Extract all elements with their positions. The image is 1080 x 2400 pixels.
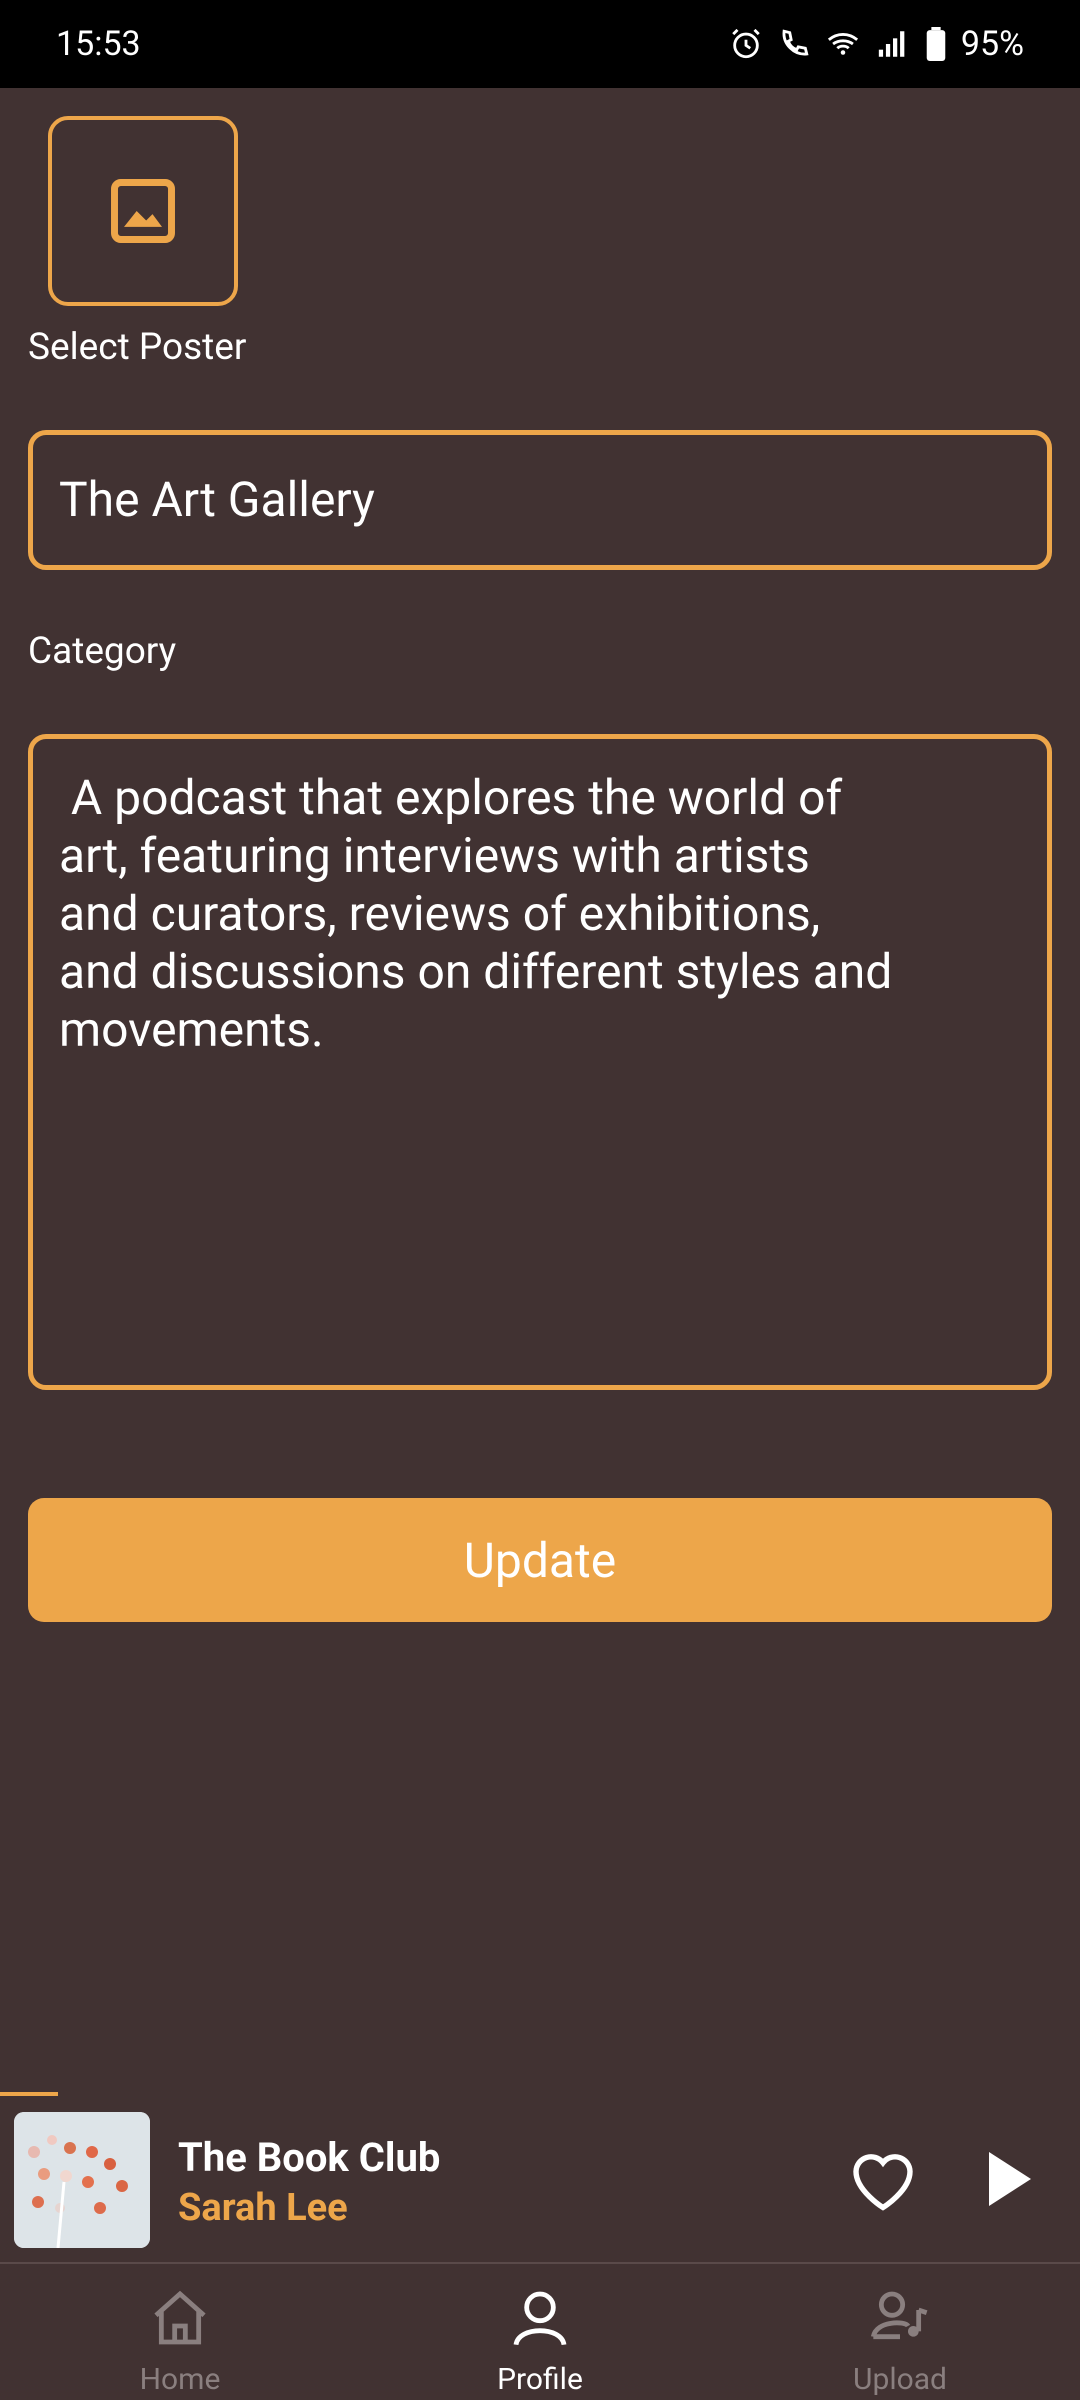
battery-level: 95% [960, 24, 1024, 64]
status-icons: 95% [729, 24, 1024, 64]
bottom-navigation: Home Profile Upload [0, 2264, 1080, 2400]
nav-label-profile: Profile [497, 2362, 583, 2397]
nav-item-upload[interactable]: Upload [720, 2264, 1080, 2400]
nav-label-home: Home [139, 2362, 221, 2397]
signal-icon [878, 31, 905, 57]
description-field-value: A podcast that explores the world of art… [59, 769, 893, 1058]
image-icon [111, 179, 175, 243]
nav-item-profile[interactable]: Profile [360, 2264, 720, 2400]
alarm-icon [732, 28, 760, 59]
battery-icon [926, 27, 946, 61]
title-field[interactable]: The Art Gallery [28, 430, 1052, 570]
nav-item-home[interactable]: Home [0, 2264, 360, 2400]
status-time: 15:53 [56, 24, 141, 64]
wifi-icon [827, 33, 858, 55]
update-button-label: Update [463, 1531, 617, 1589]
mini-player[interactable]: The Book Club Sarah Lee [0, 2096, 1080, 2262]
nav-label-upload: Upload [853, 2362, 947, 2397]
select-poster-button[interactable] [48, 116, 238, 306]
mini-player-artist: Sarah Lee [178, 2186, 348, 2230]
description-field[interactable]: A podcast that explores the world of art… [28, 734, 1052, 1390]
play-icon[interactable] [986, 2148, 1034, 2210]
upload-icon [870, 2291, 928, 2340]
category-label: Category [28, 630, 177, 673]
mini-player-title: The Book Club [178, 2134, 441, 2181]
mini-player-artwork [14, 2112, 150, 2248]
heart-icon[interactable] [846, 2146, 920, 2212]
call-icon [782, 29, 809, 56]
profile-icon [513, 2291, 567, 2346]
home-icon [154, 2290, 206, 2345]
update-button[interactable]: Update [28, 1498, 1052, 1622]
title-field-value: The Art Gallery [59, 471, 375, 528]
status-bar: 15:53 95% [0, 0, 1080, 88]
select-poster-label: Select Poster [28, 326, 247, 369]
